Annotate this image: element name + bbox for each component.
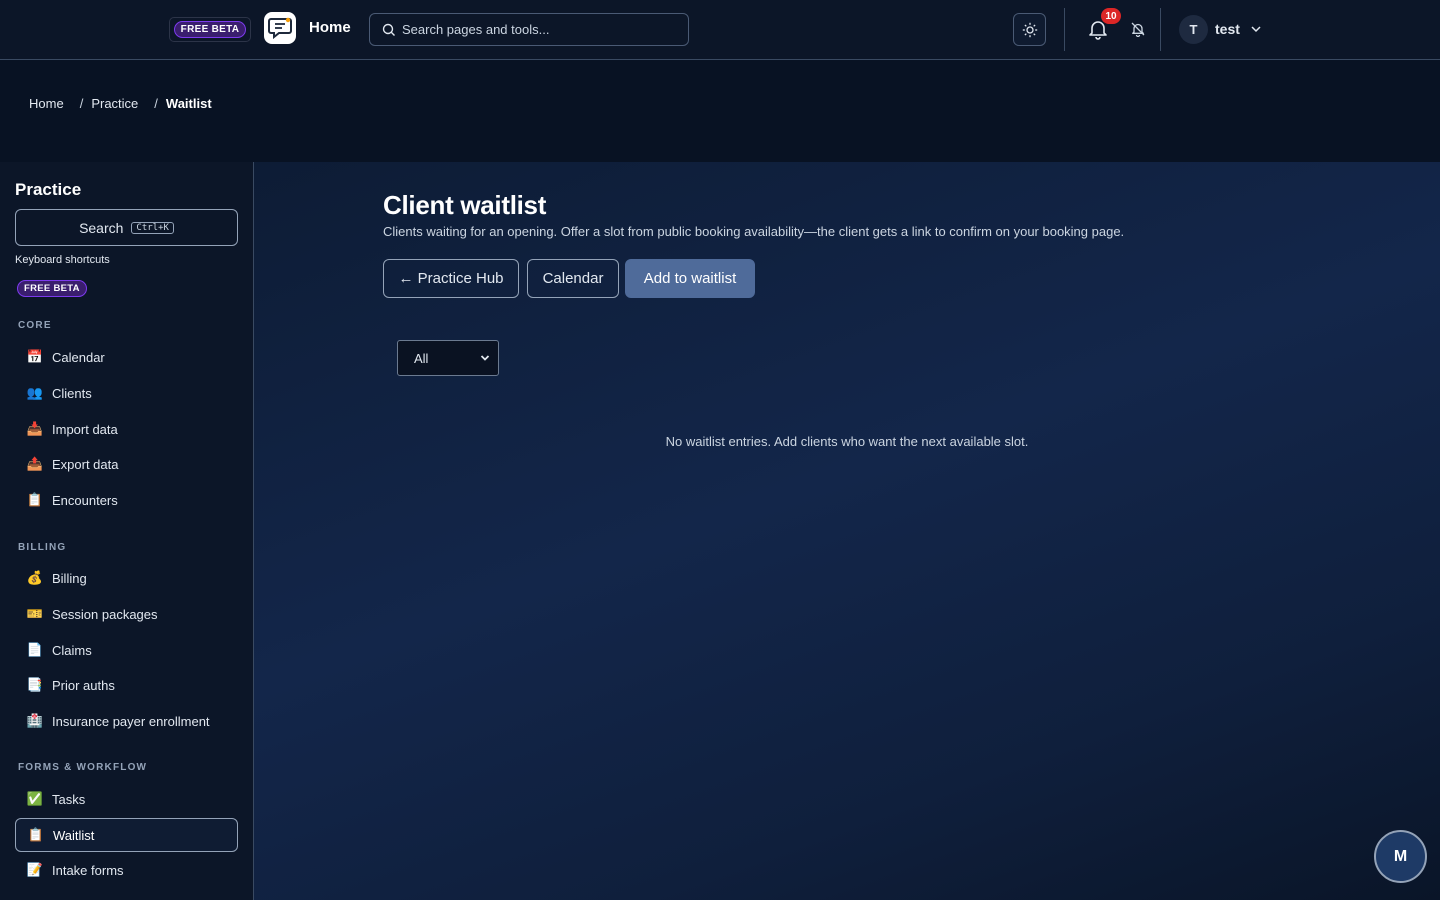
- sidebar-item-label: Billing: [52, 570, 87, 586]
- sidebar-item-label: Insurance payer enrollment: [52, 713, 210, 729]
- sidebar-item-label: Import data: [52, 421, 118, 437]
- check-icon: ✅: [26, 791, 44, 806]
- sidebar-item-intake-forms[interactable]: 📝 Intake forms: [15, 853, 238, 887]
- user-avatar[interactable]: T: [1179, 15, 1208, 44]
- document-icon: 📄: [26, 642, 44, 657]
- status-filter-select[interactable]: All: [397, 340, 499, 376]
- sidebar-item-label: Export data: [52, 456, 119, 472]
- free-beta-badge-label: FREE BETA: [173, 21, 247, 38]
- sidebar-beta-label: FREE BETA: [17, 280, 87, 297]
- status-filter-value: All: [414, 350, 429, 366]
- sidebar-item-import-data[interactable]: 📥 Import data: [15, 412, 238, 446]
- memo-icon: 📝: [26, 862, 44, 877]
- sidebar-item-prior-auths[interactable]: 📑 Prior auths: [15, 668, 238, 702]
- sidebar-item-billing[interactable]: 💰 Billing: [15, 561, 238, 595]
- sidebar-item-insurance-payer-enrollment[interactable]: 🏥 Insurance payer enrollment: [15, 704, 238, 738]
- breadcrumb: Home / Practice / Waitlist: [29, 96, 212, 111]
- divider: [1160, 8, 1161, 51]
- sidebar-item-label: Encounters: [52, 492, 118, 508]
- sidebar-item-calendar[interactable]: 📅 Calendar: [15, 340, 238, 374]
- search-icon: [382, 23, 395, 36]
- sun-icon: [1022, 22, 1037, 37]
- breadcrumb-separator: /: [154, 96, 158, 111]
- breadcrumb-practice[interactable]: Practice: [91, 96, 138, 111]
- page-title: Client waitlist: [383, 190, 547, 220]
- sidebar-beta-badge: FREE BETA: [17, 278, 87, 297]
- assistant-fab-button[interactable]: M: [1374, 830, 1427, 883]
- sidebar: Practice Search Ctrl+K Keyboard shortcut…: [0, 162, 254, 900]
- calendar-icon: 📅: [26, 349, 44, 364]
- search-shortcut-hint: Ctrl+K: [131, 221, 174, 234]
- sidebar-item-export-data[interactable]: 📤 Export data: [15, 447, 238, 481]
- sidebar-item-claims[interactable]: 📄 Claims: [15, 633, 238, 667]
- free-beta-badge: FREE BETA: [169, 17, 251, 42]
- practice-hub-button[interactable]: ← Practice Hub: [383, 259, 519, 298]
- add-to-waitlist-button[interactable]: Add to waitlist: [625, 259, 755, 298]
- hospital-icon: 🏥: [26, 713, 44, 728]
- home-link[interactable]: Home: [309, 19, 351, 36]
- export-icon: 📤: [26, 456, 44, 471]
- breadcrumb-band: Home / Practice / Waitlist: [0, 60, 1440, 162]
- sidebar-item-clients[interactable]: 👥 Clients: [15, 376, 238, 410]
- section-label-core: CORE: [18, 320, 52, 331]
- sidebar-title: Practice: [15, 180, 82, 199]
- chevron-down-icon[interactable]: [1250, 23, 1262, 35]
- divider: [1064, 8, 1065, 51]
- theme-toggle-button[interactable]: [1013, 13, 1046, 46]
- app-logo-icon[interactable]: [264, 12, 296, 44]
- clipboard-icon: 📋: [27, 827, 45, 842]
- sidebar-item-label: Tasks: [52, 791, 86, 807]
- clipboard-icon: 📋: [26, 492, 44, 507]
- global-search-input[interactable]: [402, 22, 682, 37]
- empty-state-message: No waitlist entries. Add clients who wan…: [665, 434, 1029, 449]
- top-bar: FREE BETA Home 10: [0, 0, 1440, 60]
- keyboard-shortcuts-link[interactable]: Keyboard shortcuts: [15, 254, 110, 266]
- sidebar-item-label: Waitlist: [53, 827, 95, 843]
- notification-count-badge: 10: [1101, 8, 1121, 24]
- calendar-button[interactable]: Calendar: [527, 259, 619, 298]
- breadcrumb-current: Waitlist: [165, 96, 212, 111]
- sidebar-item-encounters[interactable]: 📋 Encounters: [15, 483, 238, 517]
- chevron-down-icon: [480, 355, 490, 361]
- sidebar-item-tasks[interactable]: ✅ Tasks: [15, 782, 238, 816]
- page-icon: 📑: [26, 677, 44, 692]
- sidebar-search-label: Search: [79, 219, 124, 236]
- clients-icon: 👥: [26, 385, 44, 400]
- money-bag-icon: 💰: [26, 570, 44, 585]
- sidebar-item-waitlist[interactable]: 📋 Waitlist: [15, 818, 238, 852]
- breadcrumb-separator: /: [79, 96, 84, 111]
- section-label-forms-workflow: FORMS & WORKFLOW: [18, 762, 148, 773]
- sidebar-item-label: Calendar: [52, 349, 105, 365]
- main-content: Client waitlist Clients waiting for an o…: [254, 162, 1440, 900]
- global-search-bar[interactable]: [369, 13, 689, 46]
- sidebar-item-label: Clients: [52, 385, 92, 401]
- ticket-icon: 🎫: [26, 606, 44, 621]
- import-icon: 📥: [26, 421, 44, 436]
- sidebar-item-label: Intake forms: [52, 862, 124, 878]
- sidebar-item-session-packages[interactable]: 🎫 Session packages: [15, 597, 238, 631]
- mute-notifications-icon[interactable]: [1130, 21, 1146, 37]
- sidebar-item-label: Session packages: [52, 606, 158, 622]
- sidebar-item-label: Prior auths: [52, 677, 115, 693]
- sidebar-search-button[interactable]: Search Ctrl+K: [15, 209, 238, 246]
- section-label-billing: BILLING: [18, 542, 67, 553]
- breadcrumb-home[interactable]: Home: [29, 96, 64, 111]
- page-subtitle: Clients waiting for an opening. Offer a …: [383, 224, 1125, 239]
- username-label[interactable]: test: [1215, 21, 1240, 37]
- sidebar-item-label: Claims: [52, 642, 92, 658]
